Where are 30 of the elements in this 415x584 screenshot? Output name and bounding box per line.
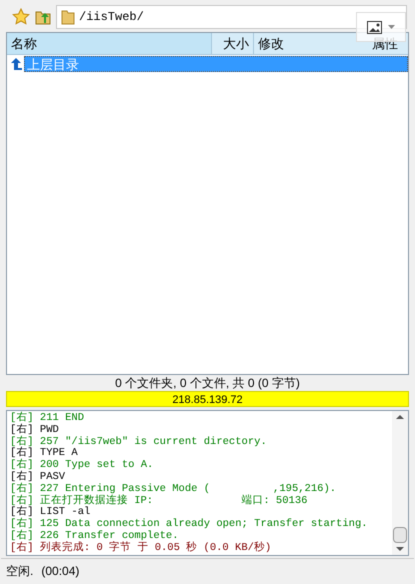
scrollbar[interactable] <box>392 411 408 555</box>
up-arrow-icon <box>9 57 23 71</box>
log-line: [右] PWD <box>10 424 60 436</box>
scroll-up-icon[interactable] <box>396 414 404 420</box>
log-line: [右] 200 Type set to A. <box>10 460 154 472</box>
elapsed-time: (00:04) <box>41 562 80 580</box>
log-line: [右] 211 END <box>10 413 86 424</box>
scroll-down-icon[interactable] <box>396 546 404 552</box>
log-line: [右] 226 Transfer complete. <box>10 530 180 542</box>
column-header[interactable]: 大小 <box>223 34 249 54</box>
caret-icon <box>388 25 395 29</box>
image-icon <box>367 20 382 34</box>
log-line: [右] 125 Data connection already open; Transfer starting. <box>10 519 369 530</box>
log-line: [右] 正在打开数据连接 IP: 端口: 50136 <box>10 496 308 507</box>
status-text: 空闲. <box>6 562 34 580</box>
star-icon[interactable] <box>12 8 30 26</box>
log-line: [右] TYPE A <box>10 448 79 460</box>
column-header[interactable]: 名称 <box>11 34 37 54</box>
column-header[interactable]: 修改 <box>258 34 284 54</box>
log-line: [右] PASV <box>10 472 66 483</box>
log-line: [右] 列表完成: 0 字节 于 0.05 秒 (0.0 KB/秒) <box>10 542 272 555</box>
log-line: [右] 227 Entering Passive Mode ( ,195,216). <box>10 484 338 495</box>
path-field[interactable]: /iisTweb/ <box>56 5 407 29</box>
scroll-thumb[interactable] <box>393 527 407 543</box>
summary-text: 0 个文件夹, 0 个文件, 共 0 (0 字节) <box>114 375 301 391</box>
path-text: /iisTweb/ <box>79 9 144 26</box>
log-line: [右] 257 "/iis7web" is current directory. <box>10 436 268 448</box>
server-address-bar: 218.85.139.72 <box>6 391 409 407</box>
log-line: [右] LIST -al <box>10 507 92 518</box>
folder-icon <box>61 9 75 25</box>
